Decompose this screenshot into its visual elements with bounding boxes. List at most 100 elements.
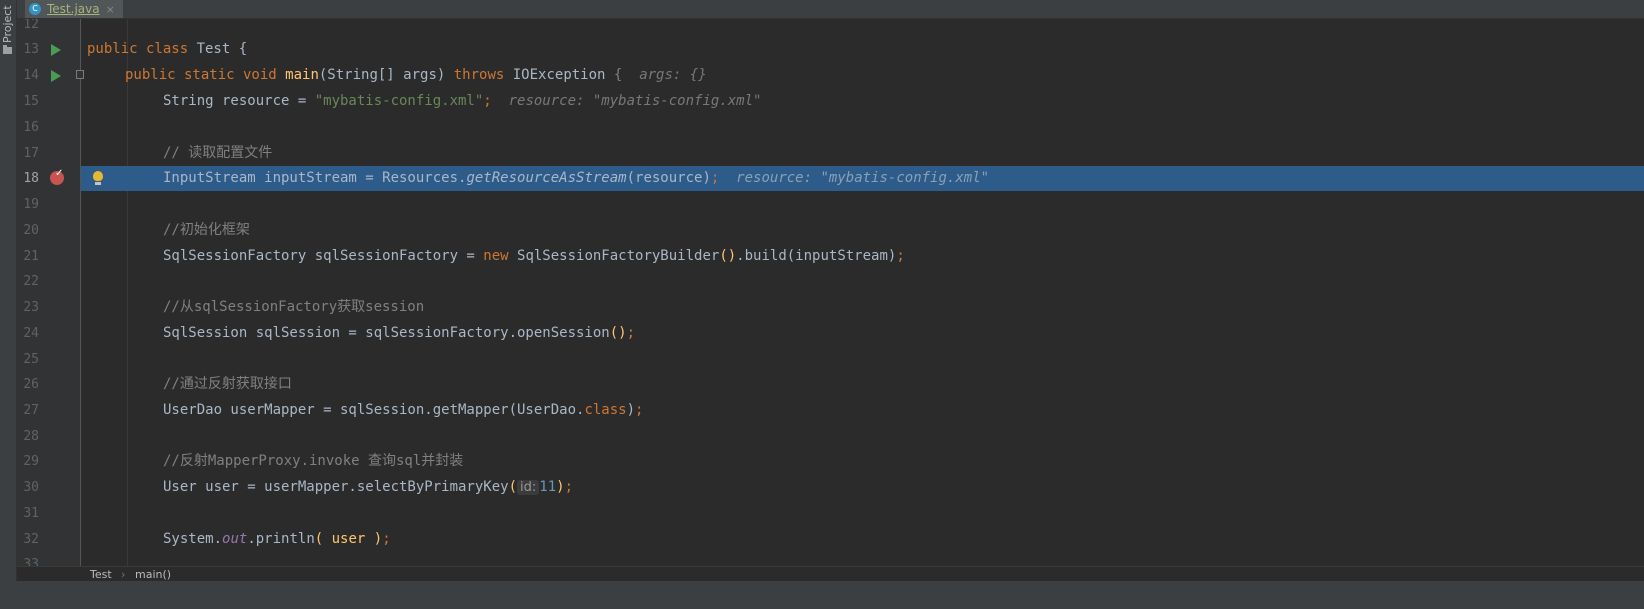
code-line[interactable]: SqlSessionFactory sqlSessionFactory = ne… [81,244,1644,269]
code-line[interactable]: User user = userMapper.selectByPrimaryKe… [81,475,1644,500]
line-number: 29 [23,454,39,469]
line-number: 14 [23,68,39,83]
semicolon: ; [896,248,905,264]
folder-icon[interactable] [3,45,12,54]
run-icon[interactable] [51,44,61,56]
editor-tab-bar: C Test.java × [17,0,1644,19]
editor-gutter[interactable]: 12 13 14 15 16 17 18 19 20 21 22 23 24 2… [17,19,84,566]
tab-label: Test.java [47,2,100,16]
line-number: 16 [23,120,39,135]
number-literal: 11 [539,479,557,495]
class-name: Test [196,41,239,57]
gutter-line: 29 [17,449,80,474]
gutter-line: 23 [17,295,80,320]
keyword: class [584,402,627,418]
comment: //反射MapperProxy.invoke 查询sql并封装 [163,453,464,469]
code-text: System. [163,531,223,547]
run-icon[interactable] [51,70,61,82]
code-line[interactable]: public class Test { [81,37,1644,62]
breakpoint-icon[interactable] [50,168,64,185]
code-line[interactable]: System.out.println( user ); [81,527,1644,552]
string-literal: "mybatis-config.xml" [314,93,484,109]
line-number: 33 [23,557,39,566]
code-area[interactable]: public class Test { public static void m… [81,19,1644,566]
line-number: 22 [23,274,39,289]
code-text: IOException [512,67,614,83]
breadcrumb-item-class[interactable]: Test [90,568,112,581]
breadcrumb-item-method[interactable]: main() [135,568,171,581]
gutter-line: 28 [17,424,80,449]
gutter-line-current: 18 [17,166,80,191]
gutter-line: 14 [17,63,84,88]
line-number: 27 [23,403,39,418]
java-class-icon: C [29,3,41,15]
gutter-line: 17 [17,141,80,166]
code-line[interactable]: // 读取配置文件 [81,141,1644,166]
semicolon: ; [564,479,573,495]
line-number: 30 [23,480,39,495]
code-text: SqlSessionFactory sqlSessionFactory = [163,248,484,264]
gutter-line: 16 [17,115,80,140]
close-icon[interactable]: × [106,3,115,16]
code-text: .build [736,248,787,264]
code-line[interactable]: UserDao userMapper = sqlSession.getMappe… [81,398,1644,423]
line-number: 32 [23,532,39,547]
project-tool-label[interactable]: Project [1,4,15,44]
gutter-line: 15 [17,89,80,114]
code-text: User user = userMapper.selectByPrimaryKe… [163,479,509,495]
gutter-line: 26 [17,372,80,397]
paren: () [609,325,627,341]
code-line[interactable]: //通过反射获取接口 [81,372,1644,397]
line-number: 23 [23,300,39,315]
comment: //通过反射获取接口 [163,376,292,392]
line-number: 17 [23,146,39,161]
debug-inline-value: resource: "mybatis-config.xml" [491,93,762,109]
semicolon: ; [635,402,644,418]
paren: ) [556,479,565,495]
line-number: 21 [23,249,39,264]
semicolon: ; [382,531,391,547]
gutter-line: 25 [17,347,80,372]
line-number: 31 [23,506,39,521]
parameter-hint: id: [517,480,540,495]
brace: { [238,41,248,57]
line-number: 19 [23,197,39,212]
gutter-line: 19 [17,192,80,217]
debug-inline-value: args: {} [622,67,707,83]
method-call: getResourceAsStream [466,170,627,186]
paren: ( [508,479,518,495]
semicolon: ; [483,93,492,109]
code-line[interactable]: //初始化框架 [81,218,1644,243]
code-text: SqlSessionFactoryBuilder [517,248,720,264]
code-text: (UserDao. [508,402,585,418]
project-tool-window-strip[interactable]: Project [0,0,17,609]
breadcrumb: Test › main() [17,566,1644,582]
keyword: public class [87,41,197,57]
line-number: 12 [23,19,39,32]
code-text: ( user ) [314,531,383,547]
line-number: 18 [23,171,39,186]
code-text: ) [626,402,636,418]
tab-test-java[interactable]: C Test.java × [25,0,123,18]
code-line-execution-point[interactable]: InputStream inputStream = Resources.getR… [81,166,1644,191]
code-line[interactable]: SqlSession sqlSession = sqlSessionFactor… [81,321,1644,346]
code-line[interactable]: //从sqlSessionFactory获取session [81,295,1644,320]
line-number: 20 [23,223,39,238]
code-text: String resource = [163,93,315,109]
paren: () [719,248,737,264]
code-line[interactable]: public static void main(String[] args) t… [81,63,1644,88]
line-number: 15 [23,94,39,109]
code-editor[interactable]: 12 13 14 15 16 17 18 19 20 21 22 23 24 2… [17,19,1644,566]
code-text: SqlSession sqlSession = sqlSessionFactor… [163,325,610,341]
gutter-line: 22 [17,269,80,294]
comment: //从sqlSessionFactory获取session [163,299,425,315]
gutter-line: 30 [17,475,80,500]
bottom-bar [0,581,1644,609]
gutter-line: 13 [17,37,80,62]
lightbulb-icon[interactable] [93,171,103,185]
code-line[interactable]: //反射MapperProxy.invoke 查询sql并封装 [81,449,1644,474]
code-text: (resource) [626,170,711,186]
code-text: InputStream inputStream = Resources. [163,170,467,186]
code-line[interactable]: String resource = "mybatis-config.xml"; … [81,89,1644,114]
gutter-line: 20 [17,218,80,243]
